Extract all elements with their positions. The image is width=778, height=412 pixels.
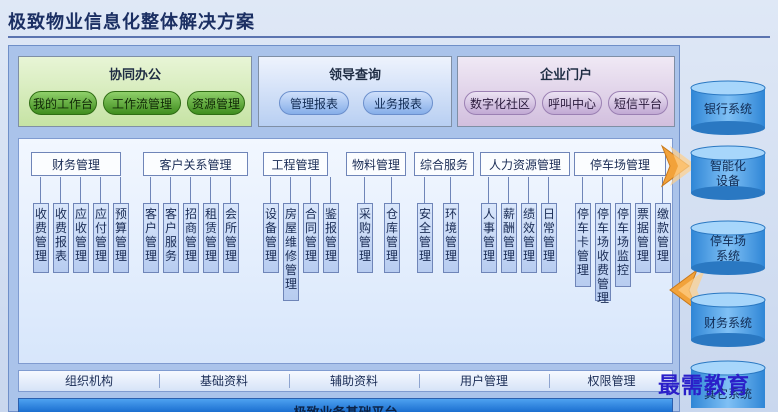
connector-line <box>330 177 331 203</box>
title-divider <box>8 36 770 38</box>
pill-sms-platform: 短信平台 <box>608 91 668 115</box>
group-enterprise-portal: 企业门户 数字化社区 呼叫中心 短信平台 <box>457 56 675 127</box>
connector-line <box>424 177 425 203</box>
module-column: 收费报表 <box>53 203 69 273</box>
system-parking: 停车场系统 <box>689 220 767 276</box>
connector-line <box>290 177 291 203</box>
category-general-service: 综合服务 <box>414 152 474 176</box>
group-title: 企业门户 <box>539 68 592 83</box>
connector-line <box>210 177 211 203</box>
connector-line <box>60 177 61 203</box>
module-column: 停车场收费管理 <box>595 203 611 305</box>
system-label: 银行系统 <box>703 102 752 116</box>
connector-line <box>582 177 583 203</box>
group-collaboration: 协同办公 我的工作台 工作流管理 资源管理 <box>18 56 252 127</box>
module-column: 票据管理 <box>635 203 651 273</box>
connector-line <box>364 177 365 203</box>
system-smart-devices: 智能化设备 <box>689 145 767 201</box>
module-column: 环境管理 <box>443 203 459 273</box>
pill-management-report: 管理报表 <box>279 91 349 115</box>
connector-line <box>120 177 121 203</box>
module-column: 租赁管理 <box>203 203 219 273</box>
connector-line <box>100 177 101 203</box>
module-column: 收费管理 <box>33 203 49 273</box>
system-label: 财务系统 <box>703 316 752 330</box>
connector-line <box>488 177 489 203</box>
connector-line <box>642 177 643 203</box>
pill-resources: 资源管理 <box>187 91 245 115</box>
connector-line <box>170 177 171 203</box>
foundation-aux-data: 辅助资料 <box>329 374 378 388</box>
connector-line <box>230 177 231 203</box>
module-column: 人事管理 <box>481 203 497 273</box>
connector-line <box>150 177 151 203</box>
foundation-basic-data: 基础资料 <box>199 374 248 388</box>
module-column: 停车卡管理 <box>575 203 591 287</box>
connector-line <box>80 177 81 203</box>
category-hr: 人力资源管理 <box>480 152 570 176</box>
category-materials: 物料管理 <box>346 152 406 176</box>
pill-my-workbench: 我的工作台 <box>29 91 97 115</box>
connector-line <box>508 177 509 203</box>
group-title: 协同办公 <box>108 68 161 83</box>
module-column: 预算管理 <box>113 203 129 273</box>
connector-line <box>450 177 451 203</box>
connector-line <box>310 177 311 203</box>
module-column: 应付管理 <box>93 203 109 273</box>
platform-bar: 极致业务基础平台 <box>18 398 673 412</box>
system-finance: 财务系统 <box>689 292 767 348</box>
module-column: 会所管理 <box>223 203 239 273</box>
platform-label: 极致业务基础平台 <box>19 402 672 412</box>
connector-line <box>548 177 549 203</box>
pill-workflow: 工作流管理 <box>103 91 181 115</box>
module-column: 安全管理 <box>417 203 433 273</box>
module-column: 薪酬管理 <box>501 203 517 273</box>
module-column: 应收管理 <box>73 203 89 273</box>
module-column: 合同管理 <box>303 203 319 273</box>
connector-line <box>270 177 271 203</box>
pill-call-center: 呼叫中心 <box>542 91 602 115</box>
category-engineering: 工程管理 <box>263 152 328 176</box>
module-column: 缴款管理 <box>655 203 671 273</box>
module-column: 房屋维修管理 <box>283 203 299 301</box>
foundation-org: 组织机构 <box>64 374 113 388</box>
connector-line <box>40 177 41 203</box>
connector-line <box>622 177 623 203</box>
diagram-frame: 极致物业信息化整体解决方案 协同办公 我的工作台 工作流管理 资源管理 领导查询… <box>0 0 778 412</box>
watermark: 最需教育 <box>658 373 751 399</box>
module-column: 客户服务 <box>163 203 179 273</box>
module-column: 绩效管理 <box>521 203 537 273</box>
module-column: 停车场监控 <box>615 203 631 287</box>
group-leader-query: 领导查询 管理报表 业务报表 <box>258 56 452 127</box>
category-parking: 停车场管理 <box>574 152 666 176</box>
module-column: 招商管理 <box>183 203 199 273</box>
foundation-users: 用户管理 <box>459 374 508 388</box>
pill-business-report: 业务报表 <box>363 91 433 115</box>
pill-digital-community: 数字化社区 <box>464 91 536 115</box>
module-column: 客户管理 <box>143 203 159 273</box>
module-column: 设备管理 <box>263 203 279 273</box>
module-column: 采购管理 <box>357 203 373 273</box>
module-column: 日常管理 <box>541 203 557 273</box>
module-column: 仓库管理 <box>384 203 400 273</box>
connector-line <box>391 177 392 203</box>
connector-line <box>602 177 603 203</box>
foundation-permissions: 权限管理 <box>587 374 636 388</box>
module-column: 鉴报管理 <box>323 203 339 273</box>
group-title: 领导查询 <box>328 68 381 83</box>
connector-line <box>190 177 191 203</box>
system-label: 停车场系统 <box>709 234 746 263</box>
business-modules-panel: 财务管理 客户关系管理 工程管理 物料管理 综合服务 人力资源管理 停车场管理 … <box>18 138 673 364</box>
category-crm: 客户关系管理 <box>143 152 248 176</box>
system-bank: 银行系统 <box>689 80 767 136</box>
foundation-bar: 组织机构 基础资料 辅助资料 用户管理 权限管理 <box>18 370 673 392</box>
page-title: 极致物业信息化整体解决方案 <box>8 12 255 33</box>
system-label: 智能化设备 <box>709 159 746 188</box>
category-finance: 财务管理 <box>31 152 121 176</box>
main-architecture-panel: 协同办公 我的工作台 工作流管理 资源管理 领导查询 管理报表 业务报表 企业门… <box>8 45 680 412</box>
connector-line <box>528 177 529 203</box>
connector-line <box>662 177 663 203</box>
